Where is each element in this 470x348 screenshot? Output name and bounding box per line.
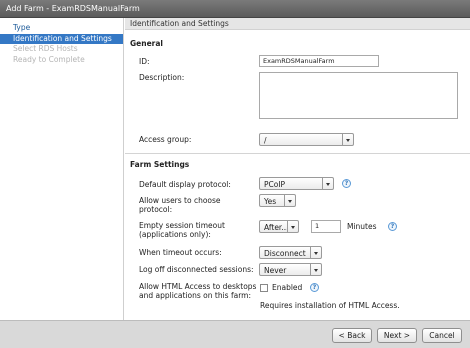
chevron-down-icon [287, 221, 298, 232]
page-title: Identification and Settings [125, 18, 470, 30]
timeout-occurs-value: Disconnect [264, 249, 306, 258]
logoff-disconnected-value: Never [264, 266, 287, 275]
help-icon[interactable]: ? [310, 283, 319, 292]
html-access-checkbox[interactable] [260, 284, 268, 292]
next-button[interactable]: Next > [377, 328, 417, 343]
description-label: Description: [139, 73, 185, 82]
allow-choose-protocol-value: Yes [264, 197, 277, 206]
empty-session-timeout-mode-value: After... [264, 223, 289, 232]
chevron-down-icon [322, 178, 333, 189]
general-section-title: General [130, 39, 163, 48]
html-access-label-line2: and applications on this farm: [139, 291, 251, 300]
sidebar-item-type[interactable]: Type [0, 23, 123, 34]
back-button[interactable]: < Back [332, 328, 372, 343]
id-field[interactable]: ExamRDSManualFarm [259, 55, 379, 67]
allow-choose-protocol-label-line1: Allow users to choose [139, 196, 221, 205]
timeout-unit-label: Minutes [347, 222, 377, 231]
logoff-disconnected-label: Log off disconnected sessions: [139, 265, 254, 274]
wizard-footer: < Back Next > Cancel [0, 320, 470, 348]
timeout-occurs-select[interactable]: Disconnect [259, 246, 322, 259]
farm-settings-section-title: Farm Settings [130, 160, 190, 169]
access-group-value: / [264, 136, 267, 145]
timeout-occurs-label: When timeout occurs: [139, 248, 222, 257]
sidebar-item-identification-settings[interactable]: Identification and Settings [0, 33, 123, 44]
html-access-label-line1: Allow HTML Access to desktops [139, 282, 257, 291]
description-field[interactable] [259, 72, 458, 119]
chevron-down-icon [310, 264, 321, 275]
section-divider [125, 153, 470, 154]
settings-form: General ID: ExamRDSManualFarm Descriptio… [125, 31, 470, 320]
wizard-steps-sidebar: Type Identification and Settings Select … [0, 18, 124, 320]
help-icon[interactable]: ? [342, 179, 351, 188]
empty-session-timeout-label-line2: (applications only): [139, 230, 211, 239]
allow-choose-protocol-label-line2: protocol: [139, 205, 173, 214]
sidebar-item-select-rds-hosts: Select RDS Hosts [13, 44, 78, 53]
empty-session-timeout-input[interactable]: 1 [311, 220, 341, 233]
access-group-label: Access group: [139, 135, 192, 144]
help-icon[interactable]: ? [388, 222, 397, 231]
id-label: ID: [139, 57, 150, 66]
main-panel: Identification and Settings General ID: … [125, 18, 470, 320]
html-access-note: Requires installation of HTML Access. [260, 301, 400, 310]
display-protocol-label: Default display protocol: [139, 180, 231, 189]
access-group-select[interactable]: / [259, 133, 354, 146]
window-title: Add Farm - ExamRDSManualFarm [0, 0, 470, 18]
display-protocol-value: PCoIP [264, 180, 286, 189]
empty-session-timeout-label-line1: Empty session timeout [139, 221, 225, 230]
empty-session-timeout-mode-select[interactable]: After... [259, 220, 299, 233]
sidebar-item-ready-to-complete: Ready to Complete [13, 54, 85, 64]
display-protocol-select[interactable]: PCoIP [259, 177, 334, 190]
chevron-down-icon [342, 134, 353, 145]
allow-choose-protocol-select[interactable]: Yes [259, 194, 296, 207]
html-access-checkbox-label: Enabled [272, 283, 303, 292]
chevron-down-icon [310, 247, 321, 258]
logoff-disconnected-select[interactable]: Never [259, 263, 322, 276]
cancel-button[interactable]: Cancel [422, 328, 462, 343]
chevron-down-icon [284, 195, 295, 206]
